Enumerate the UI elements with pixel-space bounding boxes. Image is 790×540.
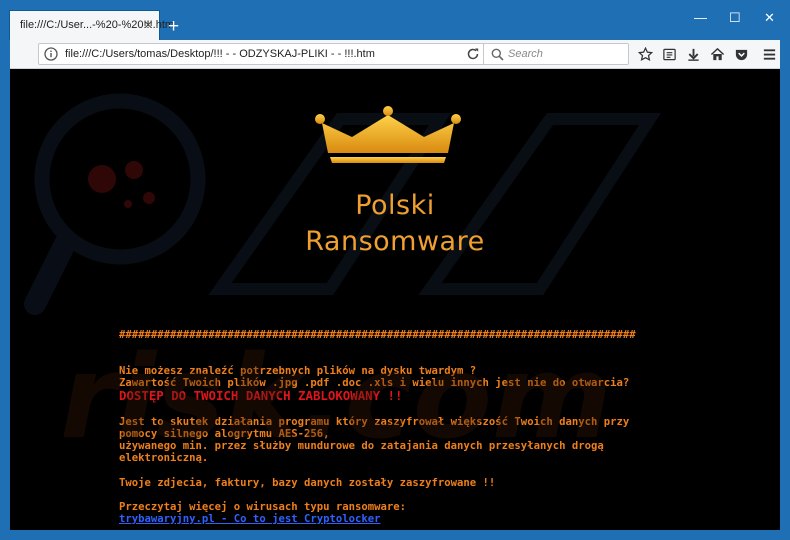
menu-icon[interactable]: [761, 46, 777, 62]
maximize-button[interactable]: ☐: [729, 10, 741, 26]
page-content: Polski Ransomware ######################…: [10, 69, 780, 530]
crown-logo: [315, 106, 461, 163]
address-bar[interactable]: file:///C:/Users/tomas/Desktop/!!! - - O…: [38, 43, 486, 65]
close-window-button[interactable]: ✕: [764, 10, 775, 26]
bookmark-star-icon[interactable]: [637, 46, 653, 62]
reader-list-icon[interactable]: [661, 46, 677, 62]
pocket-icon[interactable]: [733, 46, 749, 62]
info-icon[interactable]: [43, 46, 59, 62]
browser-tab[interactable]: file:///C:/User...-%20-%20!!!.htm ×: [9, 10, 174, 40]
info-link[interactable]: trybawaryjny.pl - Co to jest Cryptolocke…: [119, 513, 381, 526]
brand-title-line2: Ransomware: [305, 226, 485, 257]
tab-close-icon[interactable]: ×: [144, 17, 152, 33]
url-text: file:///C:/Users/tomas/Desktop/!!! - - O…: [65, 48, 375, 60]
download-icon[interactable]: [685, 46, 701, 62]
reload-icon[interactable]: [465, 46, 481, 62]
ransom-text-line: Twoje zdjecia, faktury, bazy danych zost…: [119, 477, 496, 489]
brand-title-line1: Polski: [355, 190, 435, 221]
browser-window: file:///C:/User...-%20-%20!!!.htm × + — …: [0, 0, 790, 540]
navigation-toolbar: file:///C:/Users/tomas/Desktop/!!! - - O…: [10, 40, 780, 69]
new-tab-button[interactable]: +: [168, 17, 179, 36]
minimize-button[interactable]: —: [694, 10, 707, 26]
search-icon: [489, 46, 505, 62]
home-icon[interactable]: [709, 46, 725, 62]
search-box[interactable]: Search: [483, 43, 629, 65]
watermark-text: risk.com: [60, 331, 612, 465]
search-placeholder: Search: [508, 48, 543, 60]
